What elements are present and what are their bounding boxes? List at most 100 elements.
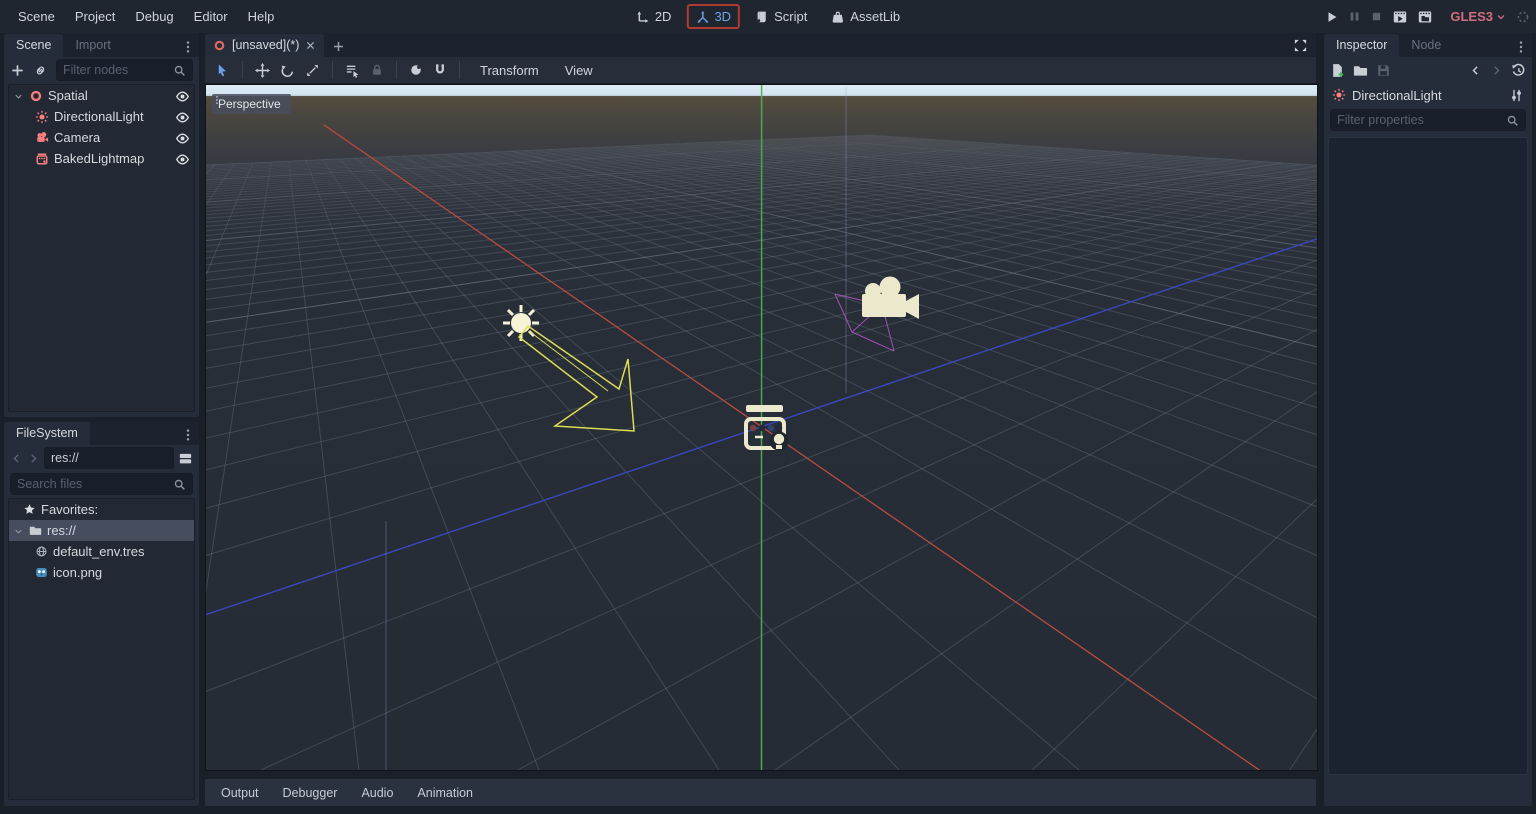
fs-back-button[interactable] (10, 452, 23, 465)
menu-project[interactable]: Project (65, 0, 125, 33)
menu-debug[interactable]: Debug (125, 0, 183, 33)
pause-button[interactable] (1348, 10, 1361, 23)
favorites-label: Favorites: (41, 502, 98, 517)
mode-3d-button[interactable]: 3D (686, 4, 740, 29)
save-resource-button[interactable] (1376, 63, 1391, 78)
tree-row-camera[interactable]: Camera (9, 127, 194, 148)
debugger-button[interactable]: Debugger (273, 782, 348, 804)
expand-icon (1293, 38, 1308, 53)
tree-row-res-root[interactable]: res:// (9, 520, 194, 541)
collapse-caret-icon[interactable] (13, 88, 24, 103)
close-icon[interactable] (305, 40, 316, 51)
tree-row-spatial[interactable]: Spatial (9, 85, 194, 106)
godot-scene-icon (213, 39, 226, 52)
plus-icon (332, 40, 345, 53)
visibility-toggle[interactable] (175, 129, 190, 145)
audio-button[interactable]: Audio (351, 782, 403, 804)
inspector-tabbar: Inspector Node (1324, 33, 1532, 57)
tree-row-default-env[interactable]: default_env.tres (9, 541, 194, 562)
dots-vertical-icon (181, 428, 195, 442)
collapse-caret-icon[interactable] (13, 523, 24, 538)
object-tools-button[interactable] (1509, 88, 1524, 103)
directional-light-gizmo[interactable] (503, 305, 634, 431)
tree-row-bakedlightmap[interactable]: BakedLightmap (9, 148, 194, 169)
view-menu[interactable]: View (557, 63, 601, 78)
projection-menu-button[interactable]: Perspective (212, 94, 291, 114)
distraction-free-button[interactable] (1293, 37, 1308, 53)
mode-assetlib-button[interactable]: AssetLib (822, 4, 909, 29)
add-node-button[interactable] (10, 63, 25, 78)
play-icon (1325, 10, 1339, 24)
list-select-button[interactable] (345, 63, 360, 78)
filesystem-menu-button[interactable] (181, 426, 195, 442)
fs-path-input[interactable] (51, 451, 167, 465)
local-space-button[interactable] (409, 63, 423, 77)
3d-viewport-canvas[interactable] (206, 85, 1317, 770)
scene-tab-unsaved[interactable]: [unsaved](*) (205, 34, 324, 57)
node-label: Spatial (48, 88, 88, 103)
filter-nodes-input[interactable] (63, 63, 173, 77)
play-scene-button[interactable] (1392, 9, 1408, 25)
filesystem-search-row (4, 471, 199, 497)
search-files-input[interactable] (17, 477, 173, 491)
dots-vertical-icon (212, 94, 222, 106)
visibility-toggle[interactable] (175, 150, 190, 166)
visibility-toggle[interactable] (175, 108, 190, 124)
visibility-toggle[interactable] (175, 87, 190, 103)
menu-scene[interactable]: Scene (8, 0, 65, 33)
tree-row-favorites[interactable]: Favorites: (9, 499, 194, 520)
select-mode-button[interactable] (215, 63, 230, 78)
scene-tab-label: [unsaved](*) (232, 38, 299, 52)
directionallight-node-icon (35, 110, 49, 124)
inspector-menu-button[interactable] (1514, 38, 1528, 54)
search-files-box (10, 473, 193, 495)
new-resource-button[interactable] (1330, 63, 1345, 78)
play-button[interactable] (1325, 10, 1339, 24)
tab-inspector[interactable]: Inspector (1324, 34, 1399, 57)
tree-row-directionallight[interactable]: DirectionalLight (9, 106, 194, 127)
stop-button[interactable] (1370, 10, 1383, 23)
new-scene-tab-button[interactable] (324, 36, 353, 57)
menu-help[interactable]: Help (238, 0, 285, 33)
baked-lightmap-gizmo[interactable] (746, 405, 789, 451)
renderer-select[interactable]: GLES3 (1450, 9, 1507, 24)
eye-icon (175, 110, 190, 125)
fs-split-mode-button[interactable] (178, 451, 193, 466)
filter-properties-input[interactable] (1337, 113, 1506, 127)
history-button[interactable] (1511, 63, 1526, 78)
tab-import[interactable]: Import (63, 34, 122, 57)
move-mode-button[interactable] (255, 63, 270, 78)
directionallight-node-icon (1332, 88, 1346, 102)
fs-forward-button[interactable] (27, 452, 40, 465)
history-icon (1511, 63, 1526, 78)
tab-node[interactable]: Node (1399, 34, 1453, 57)
scale-mode-button[interactable] (305, 63, 320, 78)
godot-image-icon (35, 566, 48, 579)
load-resource-button[interactable] (1353, 63, 1368, 78)
3d-viewport[interactable]: Perspective (205, 84, 1318, 771)
play-custom-scene-button[interactable] (1417, 9, 1433, 25)
history-back-button[interactable] (1469, 64, 1482, 77)
animation-button[interactable]: Animation (407, 782, 483, 804)
rotate-mode-button[interactable] (280, 63, 295, 78)
chevron-left-icon (10, 452, 23, 465)
history-forward-button[interactable] (1490, 64, 1503, 77)
snap-button[interactable] (433, 63, 447, 77)
instance-scene-button[interactable] (33, 63, 48, 78)
mode-script-label: Script (774, 9, 807, 24)
mode-script-button[interactable]: Script (746, 4, 816, 29)
2d-icon (636, 10, 650, 24)
separator (242, 61, 243, 79)
spinner-icon (1516, 10, 1530, 24)
lock-selected-button[interactable] (370, 63, 384, 77)
tab-filesystem[interactable]: FileSystem (4, 422, 90, 445)
tree-row-icon-png[interactable]: icon.png (9, 562, 194, 583)
inspected-node-row: DirectionalLight (1324, 83, 1532, 107)
output-button[interactable]: Output (211, 782, 269, 804)
menu-editor[interactable]: Editor (184, 0, 238, 33)
mode-2d-button[interactable]: 2D (627, 4, 681, 29)
transform-menu[interactable]: Transform (472, 63, 547, 78)
tab-scene[interactable]: Scene (4, 34, 63, 57)
magnet-icon (433, 63, 447, 77)
scene-dock-menu-button[interactable] (181, 38, 195, 54)
